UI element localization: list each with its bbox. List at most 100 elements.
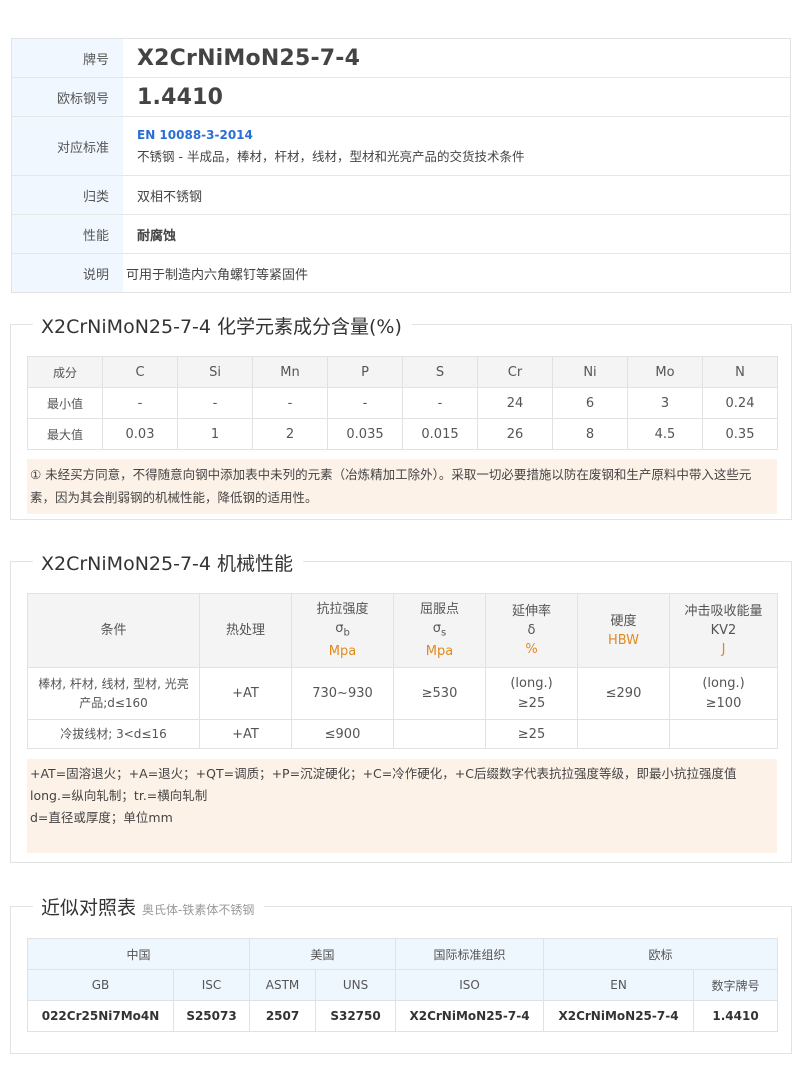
- col-en: EN: [543, 969, 695, 1001]
- elongation-symbol: δ: [527, 623, 536, 638]
- property-label: 性能: [12, 215, 123, 253]
- cell-en: X2CrNiMoN25-7-4: [543, 1000, 695, 1032]
- col-number: 数字牌号: [693, 969, 779, 1001]
- chem-header-cell: Mo: [627, 356, 703, 388]
- chem-cell: 8: [552, 418, 628, 450]
- chem-cell: 3: [627, 387, 703, 419]
- chem-cell: 0.03: [102, 418, 178, 450]
- yield-label: 屈服点: [419, 601, 459, 617]
- comparison-group-row: 中国 美国 国际标准组织 欧标: [26, 938, 779, 970]
- mechanical-table: 条件 热处理 抗拉强度 σb Mpa 屈服点 σs Mpa 延伸率 δ % 硬度…: [27, 593, 778, 749]
- chem-header-cell: P: [327, 356, 403, 388]
- header-hardness: 硬度 HBW: [577, 593, 670, 668]
- chem-cell: 24: [477, 387, 553, 419]
- chem-cell: 2: [252, 418, 328, 450]
- property-value: 耐腐蚀: [137, 228, 177, 244]
- hardness-cell: [577, 719, 670, 749]
- mechanical-note-line: +AT=固溶退火；+A=退火；+QT=调质；+P=沉淀硬化；+C=冷作硬化，+C…: [30, 766, 737, 781]
- impact-cell: [669, 719, 778, 749]
- chemical-header-row: 成分 C Si Mn P S Cr Ni Mo N: [27, 356, 778, 388]
- chem-header-cell: Ni: [552, 356, 628, 388]
- hardness-cell: ≤290: [577, 667, 670, 720]
- col-astm: ASTM: [249, 969, 317, 1001]
- tensile-cell: 730~930: [291, 667, 394, 720]
- chem-cell: 4.5: [627, 418, 703, 450]
- elongation-cell: ≥25: [485, 719, 578, 749]
- standard-row: 对应标准 EN 10088-3-2014 不锈钢 - 半成品，棒材，杆材，线材，…: [12, 117, 790, 176]
- tensile-symbol: σb: [335, 620, 350, 639]
- chem-header-cell: Cr: [477, 356, 553, 388]
- cell-iso: X2CrNiMoN25-7-4: [395, 1000, 545, 1032]
- chem-cell: -: [102, 387, 178, 419]
- tensile-cell: ≤900: [291, 719, 394, 749]
- comparison-subtitle: 奥氏体-铁素体不锈钢: [142, 903, 255, 917]
- chem-cell: 最小值: [27, 387, 103, 419]
- mechanical-section-title: X2CrNiMoN25-7-4 机械性能: [33, 549, 304, 576]
- mechanical-note-line: d=直径或厚度；单位mm: [30, 810, 173, 825]
- yield-cell: ≥530: [393, 667, 486, 720]
- grade-value: X2CrNiMoN25-7-4: [137, 45, 361, 71]
- chemical-max-row: 最大值 0.03 1 2 0.035 0.015 26 8 4.5 0.35: [27, 418, 778, 450]
- chem-cell: 0.35: [702, 418, 778, 450]
- header-elongation: 延伸率 δ %: [485, 593, 578, 668]
- header-impact: 冲击吸收能量 KV2 J: [669, 593, 778, 668]
- mechanical-row-1: 棒材, 杆材, 线材, 型材, 光亮产品;d≤160 +AT 730~930 ≥…: [27, 667, 778, 720]
- description-label: 说明: [12, 254, 123, 292]
- category-row: 归类 双相不锈钢: [12, 176, 790, 215]
- chem-cell: -: [177, 387, 253, 419]
- header-heat-treatment: 热处理: [199, 593, 292, 668]
- comparison-title: 近似对照表: [41, 897, 137, 919]
- chemical-table: 成分 C Si Mn P S Cr Ni Mo N 最小值 - - - - - …: [27, 356, 778, 450]
- mechanical-section: X2CrNiMoN25-7-4 机械性能 条件 热处理 抗拉强度 σb Mpa …: [10, 549, 792, 863]
- cell-isc: S25073: [172, 1000, 251, 1032]
- cell-astm: 2507: [249, 1000, 317, 1032]
- grade-row: 牌号 X2CrNiMoN25-7-4: [12, 39, 790, 78]
- impact-label: 冲击吸收能量: [684, 604, 763, 619]
- mechanical-row-2: 冷拔线材; 3<d≤16 +AT ≤900 ≥25: [27, 719, 778, 749]
- chem-cell: 最大值: [27, 418, 103, 450]
- col-iso: ISO: [395, 969, 545, 1001]
- chem-cell: 26: [477, 418, 553, 450]
- comparison-table: 中国 美国 国际标准组织 欧标 GB ISC ASTM UNS ISO EN 数…: [26, 938, 779, 1032]
- chem-header-cell: C: [102, 356, 178, 388]
- group-iso: 国际标准组织: [395, 938, 545, 970]
- chem-cell: -: [402, 387, 478, 419]
- yield-unit: Mpa: [425, 644, 454, 660]
- comparison-section-title: 近似对照表 奥氏体-铁素体不锈钢: [33, 893, 265, 920]
- group-eu: 欧标: [543, 938, 779, 970]
- condition-cell: 棒材, 杆材, 线材, 型材, 光亮产品;d≤160: [27, 667, 200, 720]
- chem-header-cell: S: [402, 356, 478, 388]
- chem-cell: 1: [177, 418, 253, 450]
- cell-number: 1.4410: [693, 1000, 779, 1032]
- elongation-cell: (long.) ≥25: [485, 667, 578, 720]
- category-label: 归类: [12, 176, 123, 214]
- col-isc: ISC: [172, 969, 251, 1001]
- header-yield: 屈服点 σs Mpa: [393, 593, 486, 668]
- standard-link[interactable]: EN 10088-3-2014: [137, 128, 790, 142]
- yield-cell: [393, 719, 486, 749]
- col-uns: UNS: [315, 969, 397, 1001]
- chem-cell: 0.015: [402, 418, 478, 450]
- mechanical-note: +AT=固溶退火；+A=退火；+QT=调质；+P=沉淀硬化；+C=冷作硬化，+C…: [27, 759, 777, 853]
- chem-header-cell: 成分: [27, 356, 103, 388]
- category-value: 双相不锈钢: [137, 189, 203, 205]
- chem-cell: 0.035: [327, 418, 403, 450]
- property-row: 性能 耐腐蚀: [12, 215, 790, 254]
- hardness-unit: HBW: [607, 632, 640, 648]
- chem-header-cell: N: [702, 356, 778, 388]
- eu-grade-value: 1.4410: [137, 84, 224, 110]
- chemical-section: X2CrNiMoN25-7-4 化学元素成分含量(%) 成分 C Si Mn P…: [10, 312, 792, 520]
- mechanical-note-line: long.=纵向轧制；tr.=横向轧制: [30, 788, 208, 803]
- hardness-label: 硬度: [610, 613, 637, 629]
- header-condition: 条件: [27, 593, 200, 668]
- cell-uns: S32750: [315, 1000, 397, 1032]
- chem-cell: -: [327, 387, 403, 419]
- chem-header-cell: Si: [177, 356, 253, 388]
- impact-cell: (long.) ≥100: [669, 667, 778, 720]
- standard-description: 不锈钢 - 半成品，棒材，杆材，线材，型材和光亮产品的交货技术条件: [137, 148, 525, 164]
- yield-symbol: σs: [432, 620, 447, 639]
- chemical-section-title: X2CrNiMoN25-7-4 化学元素成分含量(%): [33, 312, 412, 339]
- impact-unit: J: [721, 642, 726, 657]
- elongation-unit: %: [525, 642, 538, 657]
- tensile-unit: Mpa: [328, 644, 357, 660]
